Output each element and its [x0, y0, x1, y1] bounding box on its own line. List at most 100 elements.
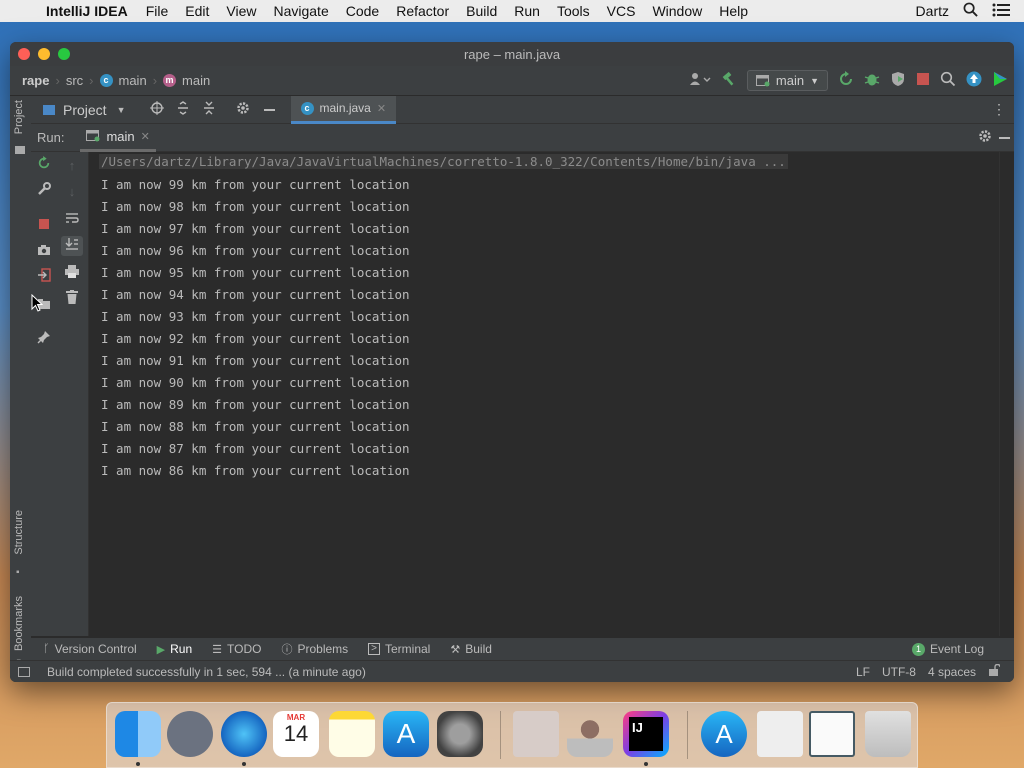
spotlight-search-icon[interactable] — [963, 2, 978, 20]
update-arrow-up-icon[interactable] — [966, 71, 982, 90]
trash-can-icon[interactable] — [865, 711, 911, 757]
print-icon[interactable] — [62, 264, 82, 284]
indent-setting[interactable]: 4 spaces — [928, 665, 976, 679]
project-view-selector[interactable]: Project — [63, 102, 107, 118]
app-store-downloads-icon[interactable]: A — [701, 711, 747, 757]
menubar-user[interactable]: Dartz — [916, 3, 949, 19]
line-separator[interactable]: LF — [856, 665, 870, 679]
finder-app-icon[interactable] — [115, 711, 161, 757]
calendar-app-icon[interactable]: MAR 14 — [273, 711, 319, 757]
notes-app-icon[interactable] — [329, 711, 375, 757]
locate-target-icon[interactable] — [149, 101, 164, 118]
unlock-icon[interactable] — [988, 663, 1001, 679]
documents-icon[interactable] — [757, 711, 803, 757]
rerun-icon[interactable] — [34, 156, 54, 176]
terminal-tab[interactable]: > Terminal — [368, 642, 430, 656]
menu-app-name[interactable]: IntelliJ IDEA — [46, 3, 128, 19]
trash-icon[interactable] — [62, 290, 82, 310]
menu-help[interactable]: Help — [719, 3, 748, 19]
chevron-right-icon: › — [89, 73, 94, 88]
zoom-window-button[interactable] — [58, 48, 70, 60]
editor-tab-main-java[interactable]: c main.java ✕ — [290, 95, 397, 124]
control-center-icon[interactable] — [992, 3, 1010, 20]
console-scrollbar[interactable] — [999, 152, 1014, 636]
hide-minus-icon[interactable] — [263, 108, 275, 111]
breadcrumb-src[interactable]: src — [66, 73, 83, 88]
collapse-all-icon[interactable] — [202, 101, 216, 118]
menu-file[interactable]: File — [146, 3, 169, 19]
scroll-to-end-icon[interactable] — [61, 236, 83, 256]
code-with-me-icon[interactable] — [992, 71, 1008, 90]
more-options-icon[interactable]: ⋮ — [992, 101, 1006, 118]
intellij-app-icon[interactable]: IJ — [623, 711, 669, 757]
chevron-down-icon[interactable]: ▼ — [117, 105, 126, 115]
tool-window-header: Project ▼ c main.java ✕ ⋮ — [31, 95, 1014, 124]
build-hammer-icon[interactable] — [721, 71, 737, 90]
menu-run[interactable]: Run — [514, 3, 540, 19]
application-config-icon — [755, 74, 770, 86]
console-line: I am now 99 km from your current locatio… — [101, 177, 410, 192]
expand-all-icon[interactable] — [176, 101, 190, 118]
breadcrumb-method[interactable]: main — [182, 73, 210, 88]
gear-icon[interactable] — [236, 101, 250, 118]
close-window-button[interactable] — [18, 48, 30, 60]
todo-tab[interactable]: ☰ TODO — [212, 642, 261, 656]
wrench-icon[interactable] — [34, 182, 54, 202]
close-tab-icon[interactable]: ✕ — [377, 102, 386, 115]
java-class-icon: c — [300, 101, 314, 115]
calculator-app-icon[interactable] — [513, 711, 559, 757]
menu-refactor[interactable]: Refactor — [396, 3, 449, 19]
toggle-tool-windows-icon[interactable] — [18, 666, 30, 677]
file-encoding[interactable]: UTF-8 — [882, 665, 916, 679]
menu-window[interactable]: Window — [652, 3, 702, 19]
menu-vcs[interactable]: VCS — [607, 3, 636, 19]
chess-app-icon[interactable] — [567, 711, 613, 757]
hide-minus-icon[interactable] — [999, 137, 1010, 139]
camera-dump-icon[interactable] — [34, 242, 54, 262]
run-configuration-selector[interactable]: main ▼ — [746, 70, 828, 91]
exit-arrow-icon[interactable] — [34, 268, 54, 288]
close-tab-icon[interactable]: ✕ — [141, 130, 150, 143]
launchpad-rocket-icon[interactable] — [167, 711, 213, 757]
soft-wrap-icon[interactable] — [62, 210, 82, 230]
coverage-icon[interactable] — [890, 71, 906, 90]
status-message[interactable]: Build completed successfully in 1 sec, 5… — [47, 665, 366, 679]
debug-bug-icon[interactable] — [864, 71, 880, 90]
menu-code[interactable]: Code — [346, 3, 379, 19]
console-line: I am now 86 km from your current locatio… — [101, 463, 410, 478]
rerun-icon[interactable] — [838, 71, 854, 90]
screenshot-preview-icon[interactable] — [809, 711, 855, 757]
stop-icon[interactable] — [34, 216, 54, 236]
arrow-up-icon[interactable]: ↑ — [62, 156, 82, 176]
menu-view[interactable]: View — [226, 3, 256, 19]
intellij-window: rape – main.java rape › src › c main › m… — [10, 42, 1014, 682]
menu-build[interactable]: Build — [466, 3, 497, 19]
safari-compass-icon[interactable] — [221, 711, 267, 757]
menu-navigate[interactable]: Navigate — [273, 3, 328, 19]
gear-icon[interactable] — [978, 129, 992, 146]
menu-tools[interactable]: Tools — [557, 3, 590, 19]
structure-tool-tab[interactable]: Structure — [13, 510, 25, 555]
user-account-icon[interactable] — [689, 72, 711, 89]
breadcrumb-class[interactable]: main — [119, 73, 147, 88]
build-tab[interactable]: ⚒ Build — [450, 642, 492, 656]
event-log-tab[interactable]: 1 Event Log — [911, 642, 984, 656]
arrow-down-icon[interactable]: ↓ — [62, 182, 82, 202]
menu-edit[interactable]: Edit — [185, 3, 209, 19]
breadcrumb-project[interactable]: rape — [22, 73, 49, 88]
minimize-window-button[interactable] — [38, 48, 50, 60]
pin-icon[interactable] — [34, 330, 54, 350]
stop-icon[interactable] — [916, 72, 930, 89]
run-tab-main[interactable]: main ✕ — [80, 124, 156, 152]
app-store-icon[interactable]: A — [383, 711, 429, 757]
bookmarks-tool-tab[interactable]: Bookmarks — [13, 596, 25, 651]
project-tool-tab[interactable]: Project — [13, 100, 25, 134]
navigation-bar: rape › src › c main › m main main ▼ — [10, 66, 1014, 96]
search-everywhere-icon[interactable] — [940, 71, 956, 90]
run-tool-tab[interactable]: ▶ Run — [157, 642, 192, 656]
problems-tab[interactable]: ⓘ Problems — [281, 641, 348, 657]
run-console-output[interactable]: /Users/dartz/Library/Java/JavaVirtualMac… — [89, 152, 1000, 636]
run-actions-toolbar — [31, 152, 57, 636]
version-control-tab[interactable]: ᚴ Version Control — [43, 642, 137, 656]
system-preferences-gear-icon[interactable] — [437, 711, 483, 757]
